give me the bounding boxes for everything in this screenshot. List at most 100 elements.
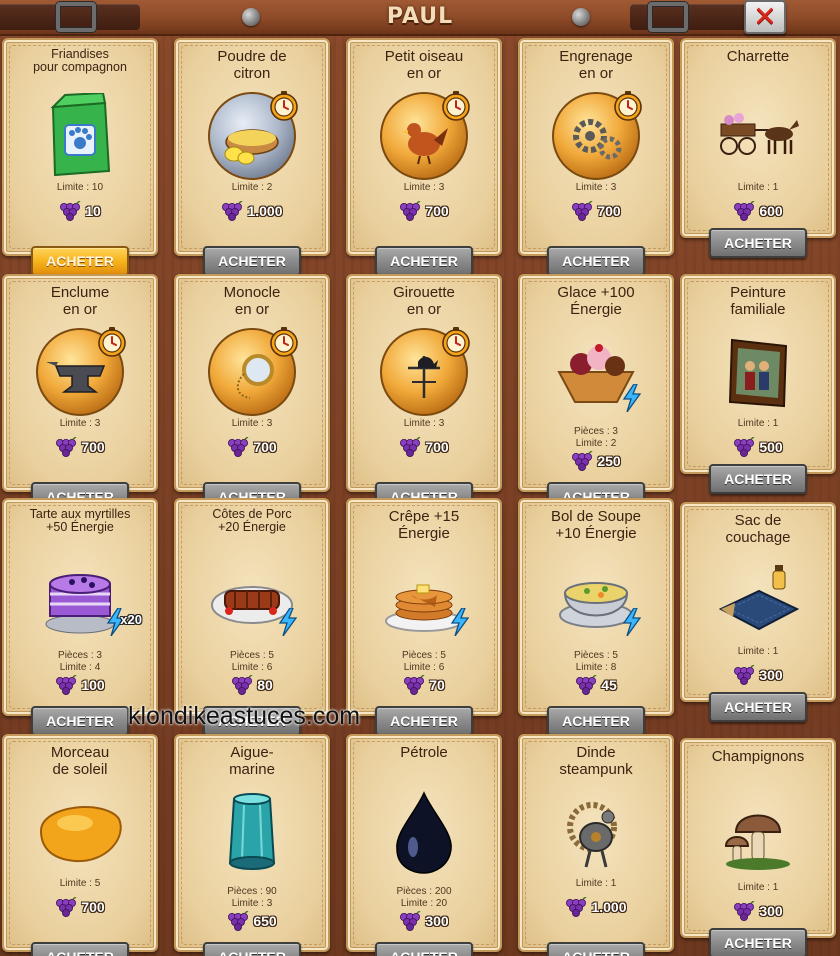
item-limit-text: Limite : 2 <box>231 182 273 193</box>
grapes-icon <box>403 675 425 695</box>
item-name: Glace +100 Énergie <box>557 284 635 318</box>
item-price: 45 <box>520 674 672 696</box>
grapes-icon <box>733 665 756 685</box>
timer-icon <box>98 326 126 357</box>
cart-icon <box>710 88 806 184</box>
buy-button[interactable]: ACHETER <box>375 706 473 736</box>
watermark: klondikeastuces.com <box>128 702 361 730</box>
item-limit-text: Pièces : 5 <box>574 650 618 661</box>
shop-item-card[interactable]: Enclume en or Limite : 3 700 <box>2 274 158 492</box>
golden-weathervane-icon <box>376 324 472 420</box>
buy-button[interactable]: ACHETER <box>709 464 807 494</box>
shop-item-card[interactable]: Petit oiseau en or Limite : 3 700 <box>346 38 502 256</box>
item-limit-text: Pièces : 90 <box>227 886 277 897</box>
lemon-powder-icon <box>204 88 300 184</box>
item-name: Friandises pour compagnon <box>33 47 127 74</box>
pancakes-icon <box>376 548 472 644</box>
close-x-icon: ✕ <box>753 0 777 33</box>
shop-item-card[interactable]: Charrette Limite : 1 600 <box>680 38 836 238</box>
aquamarine-crystal-icon <box>204 784 300 880</box>
buy-button[interactable]: ACHETER <box>31 942 129 956</box>
item-limit-text: Pièces : 3 <box>58 650 102 661</box>
item-price: 500 <box>682 436 834 458</box>
grapes-icon <box>227 911 250 931</box>
shop-item-card[interactable]: Aigue- marine Pièces : 90 Limite : 3 650 <box>174 734 330 952</box>
header-bar: PAUL ✕ <box>0 0 840 36</box>
price-value: 700 <box>81 439 105 455</box>
item-name: Enclume en or <box>50 284 110 318</box>
item-price: 70 <box>348 674 500 696</box>
buy-button[interactable]: ACHETER <box>203 942 301 956</box>
shop-item-card[interactable]: Morceau de soleil Limite : 5 700 <box>2 734 158 952</box>
item-price: 100 <box>4 674 156 696</box>
close-button[interactable]: ✕ <box>744 0 786 34</box>
shop-item-card[interactable]: Engrenage en or Limite : 3 700 <box>518 38 674 256</box>
buy-button[interactable]: ACHETER <box>709 692 807 722</box>
item-name: Champignons <box>711 748 805 765</box>
grapes-icon <box>222 201 244 221</box>
price-value: 700 <box>81 899 105 915</box>
golden-bird-icon <box>376 88 472 184</box>
buy-button[interactable]: ACHETER <box>547 706 645 736</box>
price-value: 700 <box>253 439 277 455</box>
shop-item-card[interactable]: Girouette en or Limite : 3 700 <box>346 274 502 492</box>
shop-item-card[interactable]: Sac de couchage Limite : 1 300 <box>680 502 836 702</box>
buy-button[interactable]: ACHETER <box>203 246 301 276</box>
shop-item-card[interactable]: Pétrole Pièces : 200 Limite : 20 300 <box>346 734 502 952</box>
item-limit-text: Limite : 3 <box>403 418 445 429</box>
grapes-icon <box>399 201 422 221</box>
grapes-icon <box>399 911 422 931</box>
timer-icon <box>614 90 642 121</box>
item-name: Monocle en or <box>223 284 281 318</box>
buy-button[interactable]: ACHETER <box>709 228 807 258</box>
shop-item-card[interactable]: Monocle en or Limite : 3 700 <box>174 274 330 492</box>
item-limit-text: Limite : 6 <box>403 662 445 673</box>
shop-item-card[interactable]: Bol de Soupe +10 Énergie Pièces : 5 Limit… <box>518 498 674 716</box>
buy-button[interactable]: ACHETER <box>709 928 807 956</box>
buckle-left-icon <box>56 2 96 32</box>
item-limit-text: Limite : 10 <box>56 182 104 193</box>
buy-button[interactable]: ACHETER <box>375 246 473 276</box>
rivet-icon <box>242 8 260 26</box>
buy-button[interactable]: ACHETER <box>31 706 129 736</box>
amber-stone-icon <box>32 784 128 880</box>
buy-button[interactable]: ACHETER <box>547 942 645 956</box>
price-value: 100 <box>81 677 105 693</box>
item-price: 300 <box>682 664 834 686</box>
shop-item-card[interactable]: Glace +100 Énergie Pièces : 3 Limite : 2 2… <box>518 274 674 492</box>
item-name: Girouette en or <box>393 284 455 318</box>
shop-item-card[interactable]: Côtes de Porc +20 Énergie Pièces : 5 Limi… <box>174 498 330 716</box>
item-price: 700 <box>4 896 156 918</box>
sleeping-bag-icon <box>710 552 806 648</box>
item-name: Peinture familiale <box>730 284 786 318</box>
price-value: 300 <box>425 913 449 929</box>
item-price: 300 <box>348 910 500 932</box>
item-price: 700 <box>520 200 672 222</box>
grapes-icon <box>733 901 756 921</box>
energy-bolt-icon <box>279 608 297 636</box>
shop-item-card[interactable]: Friandises pour compagnon Limite : 10 10 <box>2 38 158 256</box>
shop-item-card[interactable]: Dinde steampunk Limite : 1 1.000 <box>518 734 674 952</box>
item-limit-text: Limite : 1 <box>737 418 779 429</box>
buy-button[interactable]: ACHETER <box>375 942 473 956</box>
shop-item-card[interactable]: Poudre de citron Limite : 2 1.000 <box>174 38 330 256</box>
timer-icon <box>442 326 470 357</box>
timer-icon <box>270 90 298 121</box>
item-limit-text: Limite : 1 <box>737 882 779 893</box>
price-value: 80 <box>257 677 273 693</box>
buy-button[interactable]: ACHETER <box>547 246 645 276</box>
item-name: Dinde steampunk <box>559 744 633 778</box>
shop-item-card[interactable]: Champignons Limite : 1 300 <box>680 738 836 938</box>
shop-item-card[interactable]: Peinture familiale Limite : 1 500 <box>680 274 836 474</box>
shop-item-card[interactable]: Tarte aux myrtilles +50 Énergie x20 Pièce… <box>2 498 158 716</box>
item-limit-text: Limite : 1 <box>737 182 779 193</box>
buy-button[interactable]: ACHETER <box>31 246 129 276</box>
price-value: 1.000 <box>591 899 627 915</box>
item-price: 700 <box>348 200 500 222</box>
shop-item-card[interactable]: Crêpe +15 Énergie Pièces : 5 Limite : 6 70 <box>346 498 502 716</box>
item-price: 1.000 <box>520 896 672 918</box>
grapes-icon <box>571 451 594 471</box>
grapes-icon <box>231 675 253 695</box>
timer-icon <box>270 326 298 357</box>
item-price: 250 <box>520 450 672 472</box>
